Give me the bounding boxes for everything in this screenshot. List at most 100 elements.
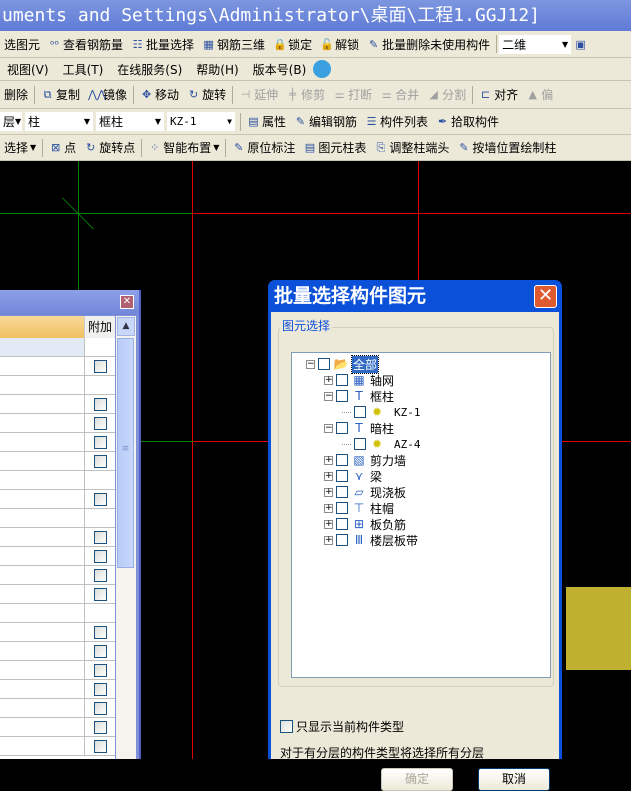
close-icon[interactable]: ✕	[120, 295, 134, 309]
tree-node[interactable]: ✹ KZ-1	[342, 404, 421, 420]
tree-node[interactable]: + Ⅲ 楼层板带	[324, 532, 418, 548]
view-mode-select[interactable]: 二维 ▼	[499, 34, 572, 54]
attached-checkbox[interactable]	[93, 625, 107, 639]
expand-icon[interactable]: +	[324, 535, 333, 545]
attached-checkbox[interactable]	[93, 397, 107, 411]
edit-button-9[interactable]: ◢ 分割	[423, 81, 470, 108]
attached-checkbox[interactable]	[93, 568, 107, 582]
edit-button-8[interactable]: ⚌ 合并	[376, 81, 423, 108]
component-button-0[interactable]: ▤ 属性	[243, 109, 290, 134]
menu-item-3[interactable]: 帮助(H)	[189, 58, 245, 80]
tree-checkbox[interactable]	[336, 534, 348, 546]
attached-checkbox[interactable]	[93, 549, 107, 563]
tree-node[interactable]: − T 暗柱	[324, 420, 394, 436]
edit-button-5[interactable]: ⊣ 延伸	[235, 81, 282, 108]
component-select[interactable]: KZ-1 ▼	[167, 112, 235, 131]
menu-item-4[interactable]: 版本号(B)	[246, 58, 314, 80]
toolbar-button-3[interactable]: ▦ 钢筋三维	[198, 31, 269, 57]
expand-icon[interactable]: +	[324, 471, 333, 481]
attached-checkbox[interactable]	[93, 701, 107, 715]
toolbar-button-4[interactable]: 🔒 锁定	[269, 31, 316, 57]
attached-checkbox[interactable]	[93, 587, 107, 601]
cube-3d-icon[interactable]: ▣	[574, 38, 587, 51]
tree-node[interactable]: + ▧ 剪力墙	[324, 452, 406, 468]
attached-checkbox[interactable]	[93, 359, 107, 373]
tree-node[interactable]: − T 框柱	[324, 388, 394, 404]
tree-node[interactable]: − 📂 全部	[306, 354, 380, 374]
cancel-button[interactable]: 取消	[478, 768, 550, 791]
menu-item-0[interactable]: 视图(V)	[0, 58, 56, 80]
edit-button-4[interactable]: ↻ 旋转	[183, 81, 230, 108]
component-button-1[interactable]: ✎ 编辑钢筋	[290, 109, 361, 134]
draw-button-2[interactable]: ↻ 旋转点	[80, 135, 139, 160]
edit-button-3[interactable]: ✥ 移动	[136, 81, 183, 108]
tree-checkbox[interactable]	[336, 422, 348, 434]
collapse-icon[interactable]: −	[306, 359, 315, 369]
toolbar-button-5[interactable]: 🔓 解锁	[316, 31, 363, 57]
toolbar-button-2[interactable]: ☷ 批量选择	[127, 31, 198, 57]
scroll-thumb[interactable]: ≡	[117, 338, 134, 568]
draw-button-4[interactable]: ✎ 原位标注	[228, 135, 299, 160]
tree-checkbox[interactable]	[318, 358, 330, 370]
toolbar-button-0[interactable]: 选图元	[0, 31, 44, 57]
draw-button-7[interactable]: ✎ 按墙位置绘制柱	[453, 135, 560, 160]
tree-checkbox[interactable]	[354, 438, 366, 450]
collapse-icon[interactable]: −	[324, 391, 333, 401]
tree-checkbox[interactable]	[336, 390, 348, 402]
tree-node[interactable]: + ▱ 现浇板	[324, 484, 406, 500]
attached-checkbox[interactable]	[93, 739, 107, 753]
element-tree[interactable]: − 📂 全部 + ▦ 轴网 − T 框柱 ✹ KZ-1− T 暗柱 ✹ AZ-4 + ▧ 剪力墙 + ⋎ 梁 + ▱ 现浇板 +…	[291, 352, 551, 678]
attached-checkbox[interactable]	[93, 435, 107, 449]
tree-checkbox[interactable]	[336, 454, 348, 466]
tree-checkbox[interactable]	[354, 406, 366, 418]
toolbar-button-6[interactable]: ✎ 批量删除未使用构件	[363, 31, 494, 57]
attached-checkbox[interactable]	[93, 416, 107, 430]
draw-button-1[interactable]: ⊠ 点	[45, 135, 80, 160]
edit-button-7[interactable]: ⚌ 打断	[329, 81, 376, 108]
collapse-icon[interactable]: −	[324, 423, 333, 433]
expand-icon[interactable]: +	[324, 455, 333, 465]
attached-checkbox[interactable]	[93, 530, 107, 544]
close-button[interactable]: ✕	[534, 285, 557, 308]
toolbar-button-1[interactable]: ᵒᵒ 查看钢筋量	[44, 31, 127, 57]
draw-button-5[interactable]: ▤ 图元柱表	[299, 135, 370, 160]
edit-button-1[interactable]: ⧉ 复制	[37, 81, 84, 108]
attached-checkbox[interactable]	[93, 492, 107, 506]
tree-node[interactable]: + ⊞ 板负筋	[324, 516, 406, 532]
expand-icon[interactable]: +	[324, 503, 333, 513]
tree-checkbox[interactable]	[336, 470, 348, 482]
subtype-select[interactable]: 框柱 ▼	[96, 112, 164, 131]
attached-checkbox[interactable]	[93, 720, 107, 734]
tree-checkbox[interactable]	[336, 518, 348, 530]
tree-checkbox[interactable]	[336, 374, 348, 386]
tree-checkbox[interactable]	[336, 502, 348, 514]
expand-icon[interactable]: +	[324, 375, 333, 385]
edit-button-2[interactable]: ⋀⋀ 镜像	[84, 81, 131, 108]
component-button-2[interactable]: ☰ 构件列表	[361, 109, 432, 134]
menu-item-1[interactable]: 工具(T)	[56, 58, 111, 80]
draw-button-3[interactable]: ⁘ 智能布置 ▼	[144, 135, 223, 160]
edit-button-11[interactable]: ▲ 偏	[522, 81, 557, 108]
tree-checkbox[interactable]	[336, 486, 348, 498]
logo-icon[interactable]	[313, 60, 332, 78]
highlighted-element[interactable]	[566, 587, 631, 670]
attached-checkbox[interactable]	[93, 682, 107, 696]
draw-button-6[interactable]: ⎘ 调整柱端头	[370, 135, 453, 160]
scroll-up-button[interactable]: ▲	[117, 317, 135, 336]
tree-node[interactable]: + ⊤ 柱帽	[324, 500, 394, 516]
attached-checkbox[interactable]	[93, 644, 107, 658]
edit-button-6[interactable]: ╪ 修剪	[282, 81, 329, 108]
tree-node[interactable]: + ▦ 轴网	[324, 372, 394, 388]
component-button-3[interactable]: ✒ 拾取构件	[432, 109, 503, 134]
attached-checkbox[interactable]	[93, 454, 107, 468]
tree-node[interactable]: + ⋎ 梁	[324, 468, 382, 484]
only-current-type-checkbox[interactable]: 只显示当前构件类型	[280, 718, 404, 735]
tree-node[interactable]: ✹ AZ-4	[342, 436, 421, 452]
edit-button-10[interactable]: ⊏ 对齐	[475, 81, 522, 108]
draw-button-0[interactable]: 选择 ▼	[0, 135, 40, 160]
expand-icon[interactable]: +	[324, 487, 333, 497]
ok-button[interactable]: 确定	[381, 768, 453, 791]
expand-icon[interactable]: +	[324, 519, 333, 529]
edit-button-0[interactable]: 删除	[0, 81, 32, 108]
vertical-scrollbar[interactable]: ▲ ≡	[116, 316, 136, 759]
